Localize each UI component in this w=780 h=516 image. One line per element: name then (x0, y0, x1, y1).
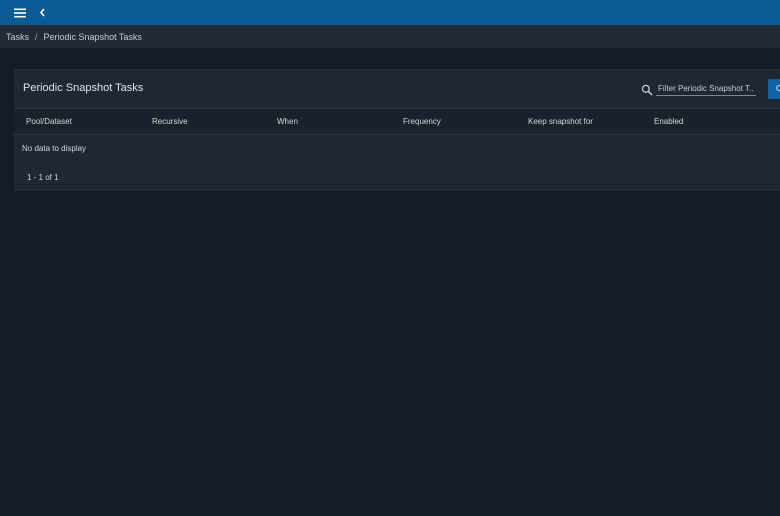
column-header-when[interactable]: When (277, 109, 298, 135)
breadcrumb-tasks[interactable]: Tasks (6, 32, 29, 42)
column-header-keep-snapshot-for[interactable]: Keep snapshot for (528, 109, 593, 135)
columns-button[interactable]: C (768, 79, 780, 99)
column-header-recursive[interactable]: Recursive (152, 109, 188, 135)
chevron-left-icon (39, 8, 45, 17)
card-title: Periodic Snapshot Tasks (23, 82, 144, 94)
periodic-snapshot-tasks-card: Periodic Snapshot Tasks C Pool/Dataset R… (14, 69, 780, 191)
column-header-frequency[interactable]: Frequency (403, 109, 441, 135)
menu-icon (14, 8, 26, 17)
top-toolbar (0, 0, 780, 25)
menu-button[interactable] (11, 3, 29, 22)
pagination-summary: 1 - 1 of 1 (27, 173, 59, 182)
search-icon (641, 84, 653, 96)
back-button[interactable] (36, 3, 48, 22)
column-header-enabled[interactable]: Enabled (654, 109, 683, 135)
table-header: Pool/Dataset Recursive When Frequency Ke… (14, 108, 780, 135)
filter-input[interactable] (656, 81, 756, 96)
column-header-pool-dataset[interactable]: Pool/Dataset (26, 109, 72, 135)
empty-message: No data to display (22, 144, 87, 153)
breadcrumb-separator: / (35, 31, 38, 42)
breadcrumb-periodic-snapshot-tasks: Periodic Snapshot Tasks (43, 31, 142, 42)
breadcrumb: Tasks / Periodic Snapshot Tasks (0, 25, 780, 48)
